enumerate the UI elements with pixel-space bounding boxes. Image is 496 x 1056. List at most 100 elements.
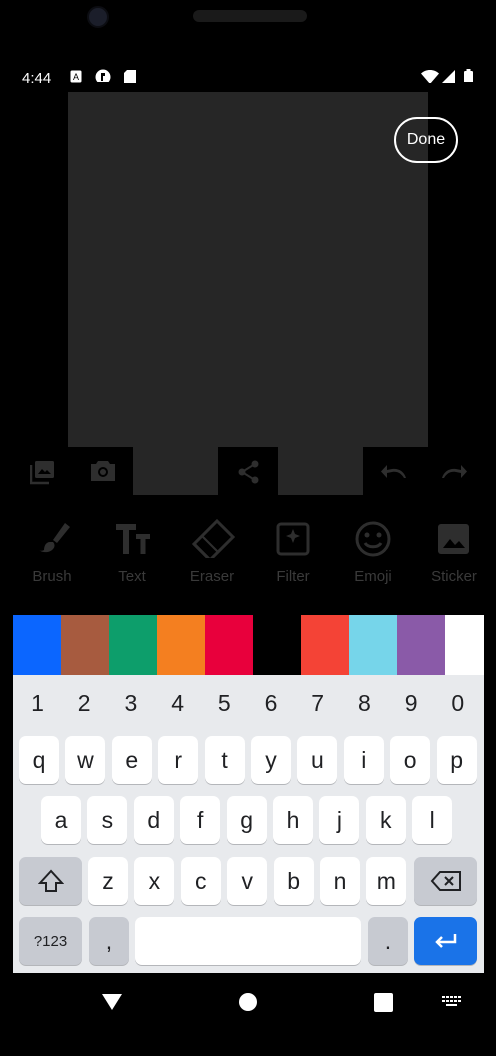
image-canvas[interactable] (68, 92, 428, 447)
color-swatch[interactable] (205, 615, 253, 675)
letter-key[interactable]: m (366, 857, 407, 905)
period-key[interactable]: . (368, 917, 408, 965)
tool-sticker[interactable]: Sticker (414, 518, 494, 585)
circle-app-icon (95, 69, 111, 82)
letter-key[interactable]: c (180, 857, 221, 905)
letter-key[interactable]: t (204, 736, 245, 784)
tool-filter[interactable]: Filter (253, 518, 333, 585)
letter-key[interactable]: l (412, 796, 453, 844)
shift-key[interactable] (19, 857, 82, 905)
tool-brush[interactable]: Brush (12, 518, 92, 585)
home-icon[interactable] (238, 992, 258, 1012)
letter-key[interactable]: g (226, 796, 267, 844)
editing-tools: Brush Text Eraser Filter Emoji Sticker (0, 518, 496, 590)
letter-key[interactable]: p (436, 736, 477, 784)
letter-key[interactable]: o (390, 736, 431, 784)
letter-key[interactable]: z (88, 857, 128, 905)
undo-icon[interactable] (380, 462, 408, 480)
letter-key[interactable]: f (180, 796, 221, 844)
symbols-key[interactable]: ?123 (19, 917, 82, 965)
status-time: 4:44 (22, 70, 52, 87)
letter-key[interactable]: u (297, 736, 338, 784)
sticker-icon (438, 524, 469, 554)
status-bar: 4:44 A (0, 66, 496, 90)
front-camera (87, 6, 109, 28)
tool-label: Text (118, 568, 146, 585)
soft-keyboard: 1234567890 qwertyuiop asdfghjkl zxcvbnm ?1… (13, 675, 484, 973)
earpiece-speaker (193, 10, 307, 22)
number-key[interactable]: 8 (341, 685, 388, 721)
tool-eraser[interactable]: Eraser (172, 518, 252, 585)
enter-icon (434, 934, 456, 948)
backspace-key[interactable] (414, 857, 477, 905)
letter-key[interactable]: a (41, 796, 81, 844)
tool-label: Filter (276, 568, 310, 585)
tool-emoji[interactable]: Emoji (333, 518, 413, 585)
color-swatch[interactable] (349, 615, 397, 675)
letter-key[interactable]: j (319, 796, 360, 844)
letter-key[interactable]: w (65, 736, 106, 784)
number-key[interactable]: 2 (61, 685, 108, 721)
device-frame: 4:44 A Done Brush Text Eraser Filter Emo… (0, 0, 496, 1056)
color-swatch[interactable] (109, 615, 157, 675)
emoji-icon (355, 521, 391, 557)
color-swatch[interactable] (301, 615, 349, 675)
filter-icon (276, 522, 310, 556)
number-key[interactable]: 4 (154, 685, 201, 721)
letter-key[interactable]: q (19, 736, 59, 784)
letter-key[interactable]: v (227, 857, 268, 905)
letter-key[interactable]: d (133, 796, 174, 844)
color-swatch[interactable] (61, 615, 109, 675)
signal-icon (442, 70, 455, 83)
done-button[interactable]: Done (394, 117, 458, 163)
color-swatch[interactable] (397, 615, 445, 675)
number-key[interactable]: 1 (14, 685, 61, 721)
number-key[interactable]: 9 (388, 685, 435, 721)
tool-text[interactable]: Text (92, 518, 172, 585)
tool-label: Brush (32, 568, 72, 585)
canvas-extension-right (278, 447, 363, 495)
camera-icon[interactable] (89, 459, 117, 483)
sd-card-icon (124, 70, 136, 83)
space-key[interactable] (135, 917, 361, 965)
number-key[interactable]: 3 (107, 685, 154, 721)
letter-key[interactable]: i (343, 736, 384, 784)
a-box-icon: A (70, 70, 82, 83)
battery-icon (464, 69, 473, 82)
canvas-extension-left (133, 447, 218, 495)
navigation-bar (0, 973, 496, 1056)
text-icon (116, 524, 150, 554)
tool-label: Emoji (354, 568, 392, 585)
comma-key[interactable]: , (89, 917, 129, 965)
number-key[interactable]: 0 (434, 685, 481, 721)
letter-key[interactable]: r (158, 736, 199, 784)
backspace-icon (430, 871, 461, 891)
redo-icon[interactable] (440, 462, 468, 480)
back-icon[interactable] (101, 993, 123, 1011)
letter-key[interactable]: h (273, 796, 313, 844)
gallery-icon[interactable] (30, 459, 56, 485)
brush-icon (39, 523, 70, 553)
shift-icon (37, 869, 64, 892)
color-swatch[interactable] (253, 615, 301, 675)
number-key[interactable]: 7 (294, 685, 341, 721)
wifi-icon (421, 70, 439, 83)
letter-key[interactable]: s (87, 796, 128, 844)
letter-key[interactable]: k (365, 796, 406, 844)
keyboard-switch-icon[interactable] (442, 996, 462, 1008)
letter-key[interactable]: e (111, 736, 152, 784)
letter-key[interactable]: y (251, 736, 291, 784)
number-key[interactable]: 5 (201, 685, 248, 721)
tool-label: Sticker (431, 568, 477, 585)
letter-key[interactable]: b (273, 857, 314, 905)
letter-key[interactable]: n (320, 857, 360, 905)
eraser-icon (191, 518, 236, 563)
letter-key[interactable]: x (134, 857, 175, 905)
color-swatch[interactable] (157, 615, 205, 675)
color-swatch[interactable] (445, 615, 484, 675)
number-key[interactable]: 6 (248, 685, 295, 721)
recents-icon[interactable] (374, 993, 393, 1012)
share-icon[interactable] (236, 459, 262, 485)
enter-key[interactable] (414, 917, 477, 965)
color-swatch[interactable] (13, 615, 61, 675)
